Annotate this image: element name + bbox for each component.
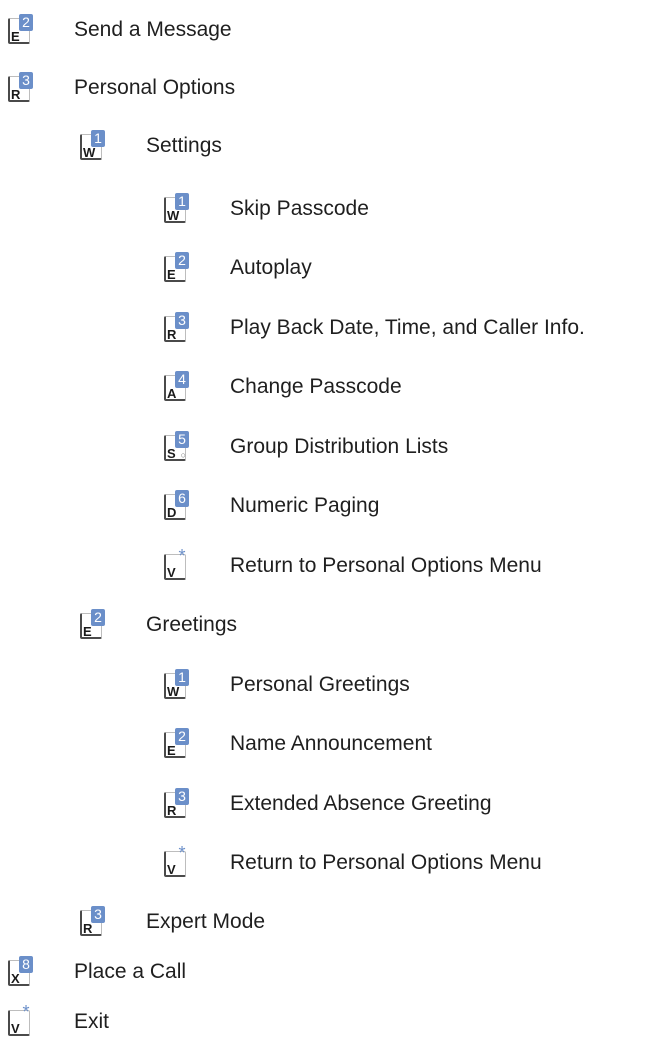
menu-item-label: Personal Options: [74, 76, 236, 99]
menu-item-place-call[interactable]: X8 Place a Call: [8, 952, 186, 992]
menu-item-autoplay[interactable]: E2 Autoplay: [164, 248, 312, 288]
keypad-key-icon: E2: [8, 14, 33, 46]
keypad-key-icon: D6: [164, 490, 189, 522]
menu-item-label: Change Passcode: [230, 375, 402, 398]
menu-item-label: Place a Call: [74, 960, 187, 983]
keypad-key-icon: S 5 ○: [164, 431, 189, 463]
menu-item-personal-options[interactable]: R3 Personal Options: [8, 68, 235, 108]
keypad-key-icon: R3: [8, 72, 33, 104]
keypad-key-icon: A4: [164, 371, 189, 403]
menu-item-label: Group Distribution Lists: [230, 435, 449, 458]
keypad-key-icon: V *: [8, 1003, 32, 1038]
menu-item-label: Exit: [74, 1010, 110, 1033]
menu-item-exit[interactable]: V * Exit: [8, 1002, 109, 1042]
keypad-key-icon: V *: [164, 844, 188, 879]
menu-item-label: Skip Passcode: [230, 197, 369, 220]
keypad-key-icon: R3: [164, 788, 189, 820]
keypad-key-icon: W1: [164, 193, 189, 225]
menu-item-play-back-info[interactable]: R3 Play Back Date, Time, and Caller Info…: [164, 308, 585, 348]
menu-item-return-personal-options[interactable]: V * Return to Personal Options Menu: [164, 843, 542, 883]
keypad-key-icon: E2: [164, 252, 189, 284]
menu-item-label: Greetings: [146, 613, 238, 636]
keypad-key-icon: E2: [164, 728, 189, 760]
menu-item-label: Personal Greetings: [230, 673, 410, 696]
keypad-key-icon: V *: [164, 547, 188, 582]
menu-item-expert-mode[interactable]: R3 Expert Mode: [80, 902, 265, 942]
menu-item-label: Return to Personal Options Menu: [230, 851, 542, 874]
keypad-key-icon: W1: [164, 669, 189, 701]
keypad-key-icon: R3: [164, 312, 189, 344]
menu-item-label: Play Back Date, Time, and Caller Info.: [230, 316, 585, 339]
menu-item-label: Expert Mode: [146, 910, 266, 933]
keypad-key-icon: X8: [8, 956, 33, 988]
menu-item-greetings[interactable]: E2 Greetings: [80, 605, 237, 645]
menu-item-numeric-paging[interactable]: D6 Numeric Paging: [164, 486, 379, 526]
menu-item-label: Send a Message: [74, 18, 232, 41]
menu-item-label: Settings: [146, 134, 222, 157]
keypad-key-icon: W1: [80, 130, 105, 162]
menu-item-send-message[interactable]: E2 Send a Message: [8, 10, 232, 50]
keypad-key-icon: R3: [80, 906, 105, 938]
menu-item-extended-absence-greeting[interactable]: R3 Extended Absence Greeting: [164, 784, 492, 824]
menu-item-label: Autoplay: [230, 256, 312, 279]
menu-item-name-announcement[interactable]: E2 Name Announcement: [164, 724, 432, 764]
menu-item-skip-passcode[interactable]: W1 Skip Passcode: [164, 189, 369, 229]
menu-item-label: Return to Personal Options Menu: [230, 554, 542, 577]
menu-item-personal-greetings[interactable]: W1 Personal Greetings: [164, 665, 410, 705]
menu-item-return-personal-options[interactable]: V * Return to Personal Options Menu: [164, 546, 542, 586]
menu-item-group-distribution-lists[interactable]: S 5 ○ Group Distribution Lists: [164, 427, 448, 467]
menu-item-settings[interactable]: W1 Settings: [80, 126, 222, 166]
menu-item-label: Name Announcement: [230, 732, 432, 755]
menu-item-label: Numeric Paging: [230, 494, 380, 517]
menu-item-change-passcode[interactable]: A4 Change Passcode: [164, 367, 402, 407]
menu-item-label: Extended Absence Greeting: [230, 792, 492, 815]
keypad-key-icon: E2: [80, 609, 105, 641]
